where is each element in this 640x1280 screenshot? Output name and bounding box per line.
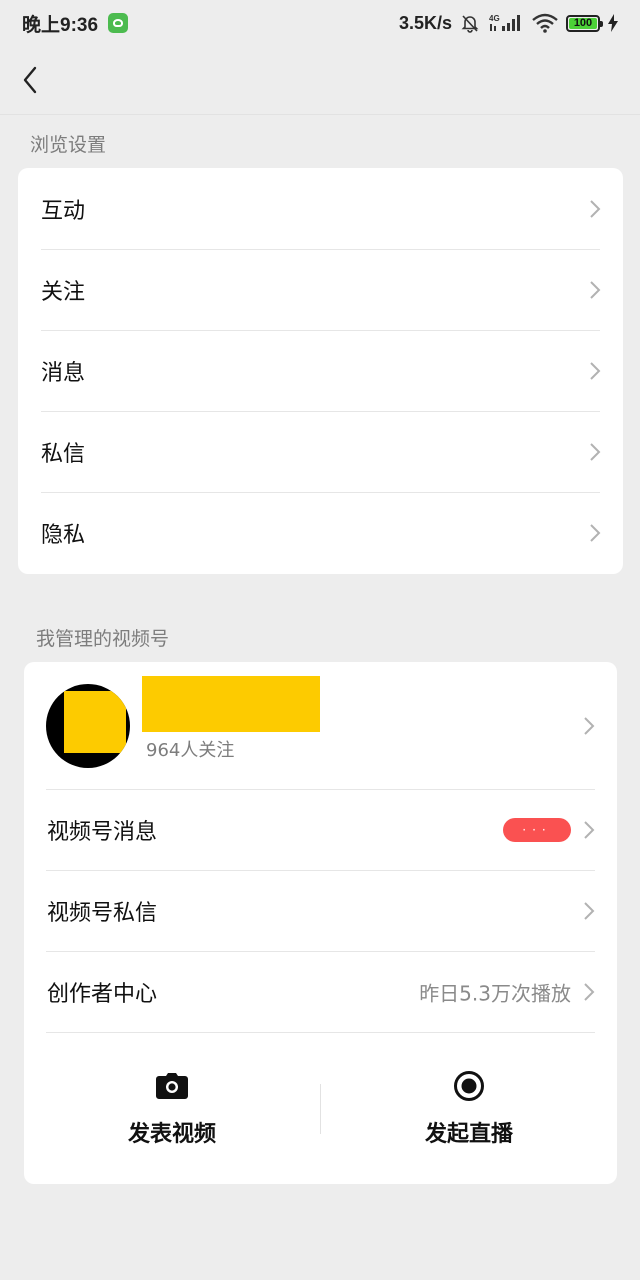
settings-item-interaction[interactable]: 互动 — [18, 168, 623, 249]
status-left: 晚上9:36 — [22, 10, 129, 37]
start-live-label: 发起直播 — [424, 1122, 513, 1147]
managed-channels-card: 964人关注 视频号消息 ··· 视频号私信 创作者中心 昨日5.3万次播放 发… — [24, 662, 617, 1184]
chevron-right-icon — [584, 820, 595, 839]
back-button[interactable] — [16, 64, 44, 96]
charging-icon — [608, 14, 618, 32]
divider — [46, 1032, 595, 1033]
chevron-right-icon — [584, 901, 595, 920]
status-bar: 晚上9:36 3.5K/s 4G 100 — [0, 0, 640, 46]
camera-icon — [156, 1070, 188, 1102]
settings-item-following[interactable]: 关注 — [18, 249, 623, 330]
chevron-right-icon — [584, 716, 595, 735]
post-video-button[interactable]: 发表视频 — [24, 1034, 320, 1184]
app-notification-icon — [108, 13, 129, 33]
settings-item-label: 关注 — [41, 279, 86, 305]
channel-name-redacted — [142, 676, 320, 732]
settings-item-privacy[interactable]: 隐私 — [18, 492, 623, 573]
network-speed: 3.5K/s — [398, 12, 452, 33]
settings-item-label: 消息 — [41, 360, 86, 386]
settings-item-messages[interactable]: 消息 — [18, 330, 623, 411]
chevron-right-icon — [590, 442, 601, 461]
yesterday-plays: 昨日5.3万次播放 — [419, 981, 571, 1005]
redaction-mask — [64, 691, 126, 753]
channel-profile-row[interactable]: 964人关注 — [24, 662, 617, 789]
wifi-icon — [532, 13, 558, 33]
chevron-right-icon — [584, 982, 595, 1001]
managed-channels-title: 我管理的视频号 — [36, 628, 170, 650]
chevron-right-icon — [590, 523, 601, 542]
settings-item-label: 私信 — [41, 441, 86, 467]
live-record-icon — [453, 1070, 485, 1102]
channel-item-label: 视频号消息 — [47, 819, 158, 845]
start-live-button[interactable]: 发起直播 — [321, 1034, 617, 1184]
status-right: 3.5K/s 4G 100 — [399, 13, 618, 34]
battery-level: 100 — [573, 17, 593, 29]
chevron-right-icon — [590, 280, 601, 299]
settings-item-label: 互动 — [41, 198, 86, 224]
post-video-label: 发表视频 — [127, 1122, 216, 1147]
nav-bar — [0, 46, 640, 115]
action-bar: 发表视频 发起直播 — [24, 1034, 617, 1184]
battery-icon: 100 — [566, 14, 603, 32]
browse-settings-card: 互动 关注 消息 私信 隐私 — [18, 168, 623, 574]
back-arrow-icon — [23, 66, 37, 94]
avatar — [46, 684, 130, 768]
unread-badge: ··· — [503, 817, 571, 842]
bell-muted-icon — [460, 13, 480, 33]
channel-item-label: 创作者中心 — [47, 981, 158, 1007]
follower-count: 964人关注 — [146, 740, 235, 761]
settings-item-private-messages[interactable]: 私信 — [18, 411, 623, 492]
channel-private-messages-item[interactable]: 视频号私信 — [24, 870, 617, 951]
chevron-right-icon — [590, 361, 601, 380]
status-time: 晚上9:36 — [22, 14, 99, 36]
chevron-right-icon — [590, 199, 601, 218]
browse-settings-title: 浏览设置 — [30, 134, 107, 156]
cell-signal-icon: 4G — [488, 13, 524, 33]
channel-item-label: 视频号私信 — [47, 900, 158, 926]
creator-center-item[interactable]: 创作者中心 昨日5.3万次播放 — [24, 951, 617, 1032]
settings-item-label: 隐私 — [41, 522, 86, 548]
network-type-label: 4G — [489, 14, 500, 23]
channel-messages-item[interactable]: 视频号消息 ··· — [24, 789, 617, 870]
